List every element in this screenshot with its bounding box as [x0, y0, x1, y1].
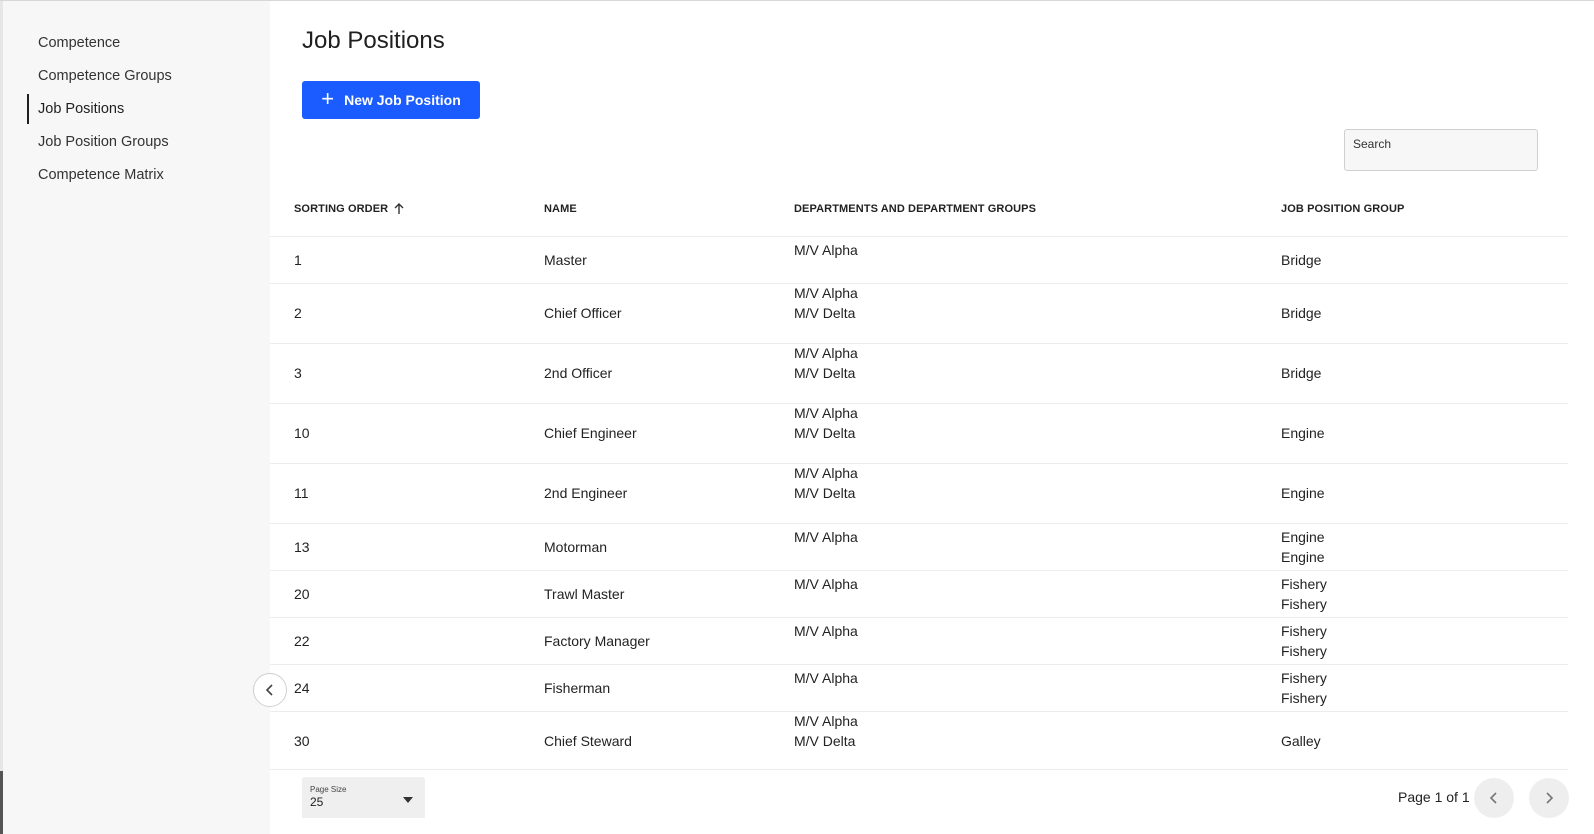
cell-department: M/V Alpha	[794, 242, 858, 258]
table-row[interactable]: 13 Motorman M/V Alpha Engine Engine	[270, 524, 1568, 571]
caret-down-icon	[403, 797, 413, 803]
cell-group: Galley	[1281, 733, 1321, 749]
plus-icon: +	[321, 86, 335, 111]
app-window: Competence Competence Groups Job Positio…	[0, 0, 1594, 834]
cell-group: Bridge	[1281, 252, 1322, 268]
table-row[interactable]: 30 Chief Steward M/V Alpha M/V Delta Gal…	[270, 712, 1568, 770]
chevron-left-icon	[265, 684, 273, 696]
cell-department: M/V Alpha	[794, 576, 858, 592]
table-row[interactable]: 3 2nd Officer M/V Alpha M/V Delta Bridge	[270, 344, 1568, 404]
table-header: SORTING ORDER NAME DEPARTMENTS AND DEPAR…	[270, 191, 1568, 237]
column-header-name[interactable]: NAME	[544, 203, 577, 215]
cell-group: Fishery	[1281, 623, 1327, 639]
cell-order: 2	[294, 305, 302, 321]
cell-department: M/V Alpha	[794, 623, 858, 639]
cell-group: Engine	[1281, 425, 1325, 441]
cell-department: M/V Delta	[794, 365, 856, 381]
cell-department: M/V Alpha	[794, 713, 858, 729]
cell-group: Bridge	[1281, 365, 1322, 381]
cell-name: Chief Engineer	[544, 425, 637, 441]
table-row[interactable]: 10 Chief Engineer M/V Alpha M/V Delta En…	[270, 404, 1568, 464]
cell-group: Engine	[1281, 549, 1325, 565]
page-title: Job Positions	[302, 27, 445, 54]
cell-group: Engine	[1281, 485, 1325, 501]
search-input[interactable]	[1344, 129, 1538, 171]
new-job-position-button[interactable]: + New Job Position	[302, 81, 480, 119]
cell-group: Bridge	[1281, 305, 1322, 321]
cell-name: Fisherman	[544, 680, 611, 696]
cell-group: Fishery	[1281, 576, 1327, 592]
chevron-left-icon	[1489, 792, 1497, 804]
arrow-up-icon	[394, 203, 404, 214]
cell-order: 11	[294, 485, 309, 501]
next-page-button[interactable]	[1529, 778, 1569, 818]
table-row[interactable]: 11 2nd Engineer M/V Alpha M/V Delta Engi…	[270, 464, 1568, 524]
table-row[interactable]: 22 Factory Manager M/V Alpha Fishery Fis…	[270, 618, 1568, 665]
sidebar-item-job-position-groups[interactable]: Job Position Groups	[27, 127, 267, 157]
cell-order: 13	[294, 539, 310, 555]
sidebar: Competence Competence Groups Job Positio…	[3, 1, 270, 834]
cell-department: M/V Delta	[794, 733, 856, 749]
cell-order: 20	[294, 586, 310, 602]
table-row[interactable]: 24 Fisherman M/V Alpha Fishery Fishery	[270, 665, 1568, 712]
table-row[interactable]: 20 Trawl Master M/V Alpha Fishery Fisher…	[270, 571, 1568, 618]
cell-name: Master	[544, 252, 587, 268]
previous-page-button[interactable]	[1474, 778, 1514, 818]
cell-order: 22	[294, 633, 310, 649]
cell-order: 3	[294, 365, 302, 381]
cell-order: 30	[294, 733, 310, 749]
cell-department: M/V Delta	[794, 425, 856, 441]
cell-department: M/V Alpha	[794, 285, 858, 301]
page-size-value: 25	[310, 795, 324, 809]
cell-department: M/V Alpha	[794, 670, 858, 686]
page-info: Page 1 of 1	[1398, 789, 1470, 805]
column-header-job-position-group[interactable]: JOB POSITION GROUP	[1281, 203, 1404, 215]
column-header-label: SORTING ORDER	[294, 203, 389, 215]
cell-group: Fishery	[1281, 670, 1327, 686]
cell-group: Fishery	[1281, 690, 1327, 706]
cell-name: Factory Manager	[544, 633, 650, 649]
cell-department: M/V Alpha	[794, 405, 858, 421]
cell-group: Engine	[1281, 529, 1325, 545]
cell-order: 1	[294, 252, 302, 268]
column-header-departments[interactable]: DEPARTMENTS AND DEPARTMENT GROUPS	[794, 203, 1036, 215]
cell-name: Chief Officer	[544, 305, 622, 321]
sidebar-item-competence-matrix[interactable]: Competence Matrix	[27, 160, 267, 190]
cell-order: 24	[294, 680, 310, 696]
new-job-position-label: New Job Position	[344, 92, 461, 108]
chevron-right-icon	[1546, 792, 1554, 804]
cell-department: M/V Alpha	[794, 529, 858, 545]
sidebar-item-competence-groups[interactable]: Competence Groups	[27, 61, 267, 91]
cell-department: M/V Delta	[794, 485, 856, 501]
cell-group: Fishery	[1281, 643, 1327, 659]
sidebar-item-competence[interactable]: Competence	[27, 28, 267, 58]
page-size-select[interactable]: Page Size 25	[302, 777, 425, 818]
column-header-sorting-order[interactable]: SORTING ORDER	[294, 203, 404, 215]
cell-department: M/V Alpha	[794, 345, 858, 361]
cell-name: Motorman	[544, 539, 608, 555]
cell-department: M/V Delta	[794, 305, 856, 321]
sidebar-item-job-positions[interactable]: Job Positions	[27, 94, 267, 124]
table-row[interactable]: 2 Chief Officer M/V Alpha M/V Delta Brid…	[270, 284, 1568, 344]
main-content: Job Positions + New Job Position SORTING…	[270, 1, 1569, 834]
cell-name: Chief Steward	[544, 733, 632, 749]
sidebar-collapse-button[interactable]	[253, 673, 287, 707]
page-size-label: Page Size	[310, 785, 347, 794]
cell-name: 2nd Engineer	[544, 485, 628, 501]
cell-order: 10	[294, 425, 310, 441]
table-row[interactable]: 1 Master M/V Alpha Bridge	[270, 237, 1568, 284]
cell-department: M/V Alpha	[794, 465, 858, 481]
cell-group: Fishery	[1281, 596, 1327, 612]
cell-name: Trawl Master	[544, 586, 625, 602]
cell-name: 2nd Officer	[544, 365, 613, 381]
